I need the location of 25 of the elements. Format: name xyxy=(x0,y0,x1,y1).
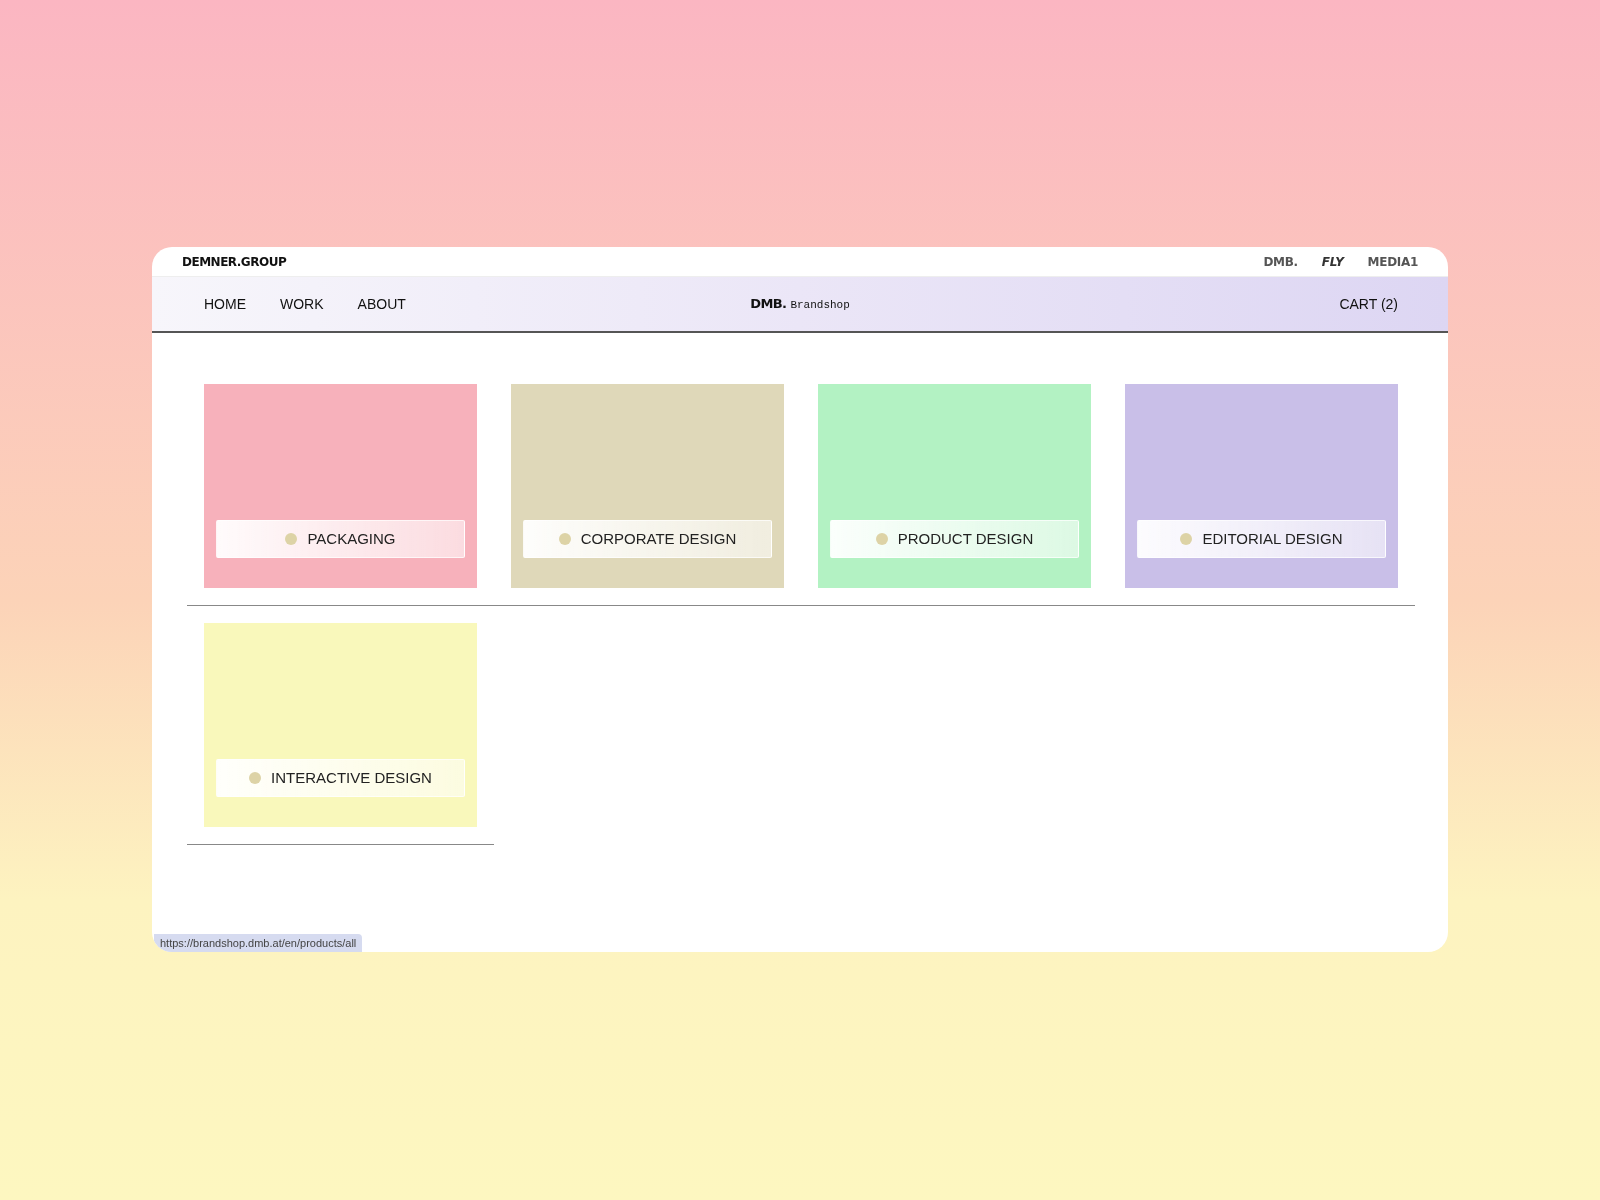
brand-link[interactable]: FLY xyxy=(1321,252,1344,271)
brand-link[interactable]: DMB. xyxy=(1263,252,1298,271)
dot-icon xyxy=(1180,533,1193,545)
brand-link[interactable]: DEMNER.GROUP xyxy=(182,252,287,271)
category-button[interactable]: PACKAGING xyxy=(216,520,465,558)
shop-logo[interactable]: DMB. Brandshop xyxy=(750,294,850,314)
dot-icon xyxy=(249,772,262,784)
category-tile[interactable]: INTERACTIVE DESIGN xyxy=(204,623,477,827)
category-tile[interactable]: PRODUCT DESIGN xyxy=(818,384,1091,588)
nav-link[interactable]: HOME xyxy=(204,293,246,315)
dot-icon xyxy=(875,533,888,545)
category-button[interactable]: CORPORATE DESIGN xyxy=(523,520,772,558)
dot-icon xyxy=(558,533,571,545)
category-tile[interactable]: EDITORIAL DESIGN xyxy=(1125,384,1398,588)
cart-link[interactable]: CART (2) xyxy=(1339,293,1398,315)
nav-link[interactable]: ABOUT xyxy=(357,293,406,315)
dot-icon xyxy=(285,533,298,545)
category-tile[interactable]: PACKAGING xyxy=(204,384,477,588)
status-url: https://brandshop.dmb.at/en/products/all xyxy=(154,933,363,952)
category-tile[interactable]: CORPORATE DESIGN xyxy=(511,384,784,588)
nav-link[interactable]: WORK xyxy=(280,293,324,315)
category-button[interactable]: INTERACTIVE DESIGN xyxy=(216,759,465,797)
brand-link[interactable]: MEDIA1 xyxy=(1367,252,1418,271)
category-button[interactable]: EDITORIAL DESIGN xyxy=(1137,520,1386,558)
category-button[interactable]: PRODUCT DESIGN xyxy=(830,520,1079,558)
